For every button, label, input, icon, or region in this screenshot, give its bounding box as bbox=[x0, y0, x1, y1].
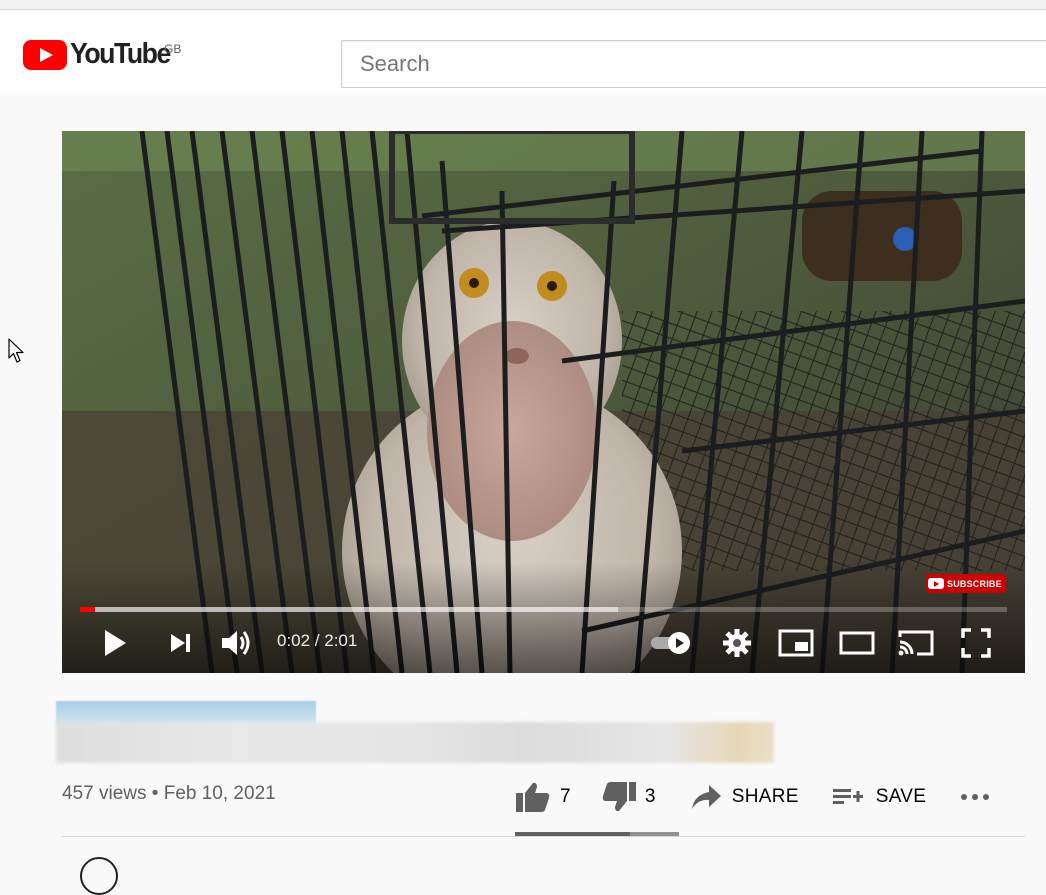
dislike-button[interactable]: 3 bbox=[601, 781, 656, 813]
autoplay-toggle[interactable] bbox=[647, 625, 695, 661]
thumbs-up-icon bbox=[516, 782, 550, 812]
theater-mode-icon bbox=[839, 631, 875, 655]
more-actions-button[interactable] bbox=[960, 792, 990, 802]
share-arrow-icon bbox=[691, 785, 721, 809]
time-display: 0:02 / 2:01 bbox=[277, 631, 358, 650]
section-divider bbox=[62, 836, 1025, 837]
blurred-video-title bbox=[56, 722, 774, 763]
youtube-logo-icon bbox=[23, 39, 67, 70]
fullscreen-icon bbox=[961, 628, 991, 658]
save-playlist-icon bbox=[832, 789, 863, 804]
autoplay-toggle-icon bbox=[651, 632, 690, 654]
theater-mode-button[interactable] bbox=[837, 625, 877, 661]
subscribe-watermark[interactable]: SUBSCRIBE bbox=[926, 574, 1006, 593]
play-icon bbox=[105, 630, 126, 656]
progress-buffered bbox=[80, 607, 618, 612]
channel-avatar[interactable] bbox=[80, 857, 118, 895]
dislike-count: 3 bbox=[644, 786, 656, 807]
fullscreen-button[interactable] bbox=[958, 625, 994, 661]
next-button[interactable] bbox=[163, 625, 197, 661]
progress-bar[interactable] bbox=[80, 607, 1007, 612]
cast-button[interactable] bbox=[896, 625, 936, 661]
controls-gradient bbox=[62, 563, 1025, 673]
video-actions: 7 3 SHARE SAVE bbox=[515, 777, 990, 817]
video-player[interactable]: SUBSCRIBE 0:02 / 2:01 bbox=[62, 131, 1025, 673]
video-meta: 457 views • Feb 10, 2021 bbox=[62, 783, 276, 805]
miniplayer-icon bbox=[778, 629, 814, 657]
cast-icon bbox=[898, 630, 934, 656]
search-box[interactable] bbox=[341, 40, 1046, 88]
upload-date: Feb 10, 2021 bbox=[163, 783, 276, 804]
play-button[interactable] bbox=[98, 625, 132, 661]
browser-top-strip bbox=[0, 0, 1046, 10]
mouse-cursor-icon bbox=[8, 338, 24, 363]
meta-separator: • bbox=[151, 783, 164, 804]
thumbs-down-icon bbox=[602, 782, 636, 812]
subscribe-watermark-label: SUBSCRIBE bbox=[947, 578, 1002, 589]
view-count: 457 views bbox=[62, 783, 147, 804]
share-button[interactable]: SHARE bbox=[690, 783, 799, 811]
region-code: GB bbox=[164, 42, 182, 56]
share-label: SHARE bbox=[731, 786, 799, 807]
logo-text: YouTube bbox=[70, 38, 171, 70]
like-button[interactable]: 7 bbox=[515, 781, 571, 813]
save-label: SAVE bbox=[875, 786, 927, 807]
volume-icon bbox=[222, 631, 250, 655]
progress-played bbox=[80, 607, 96, 612]
masthead: YouTube GB bbox=[0, 11, 1046, 95]
miniplayer-button[interactable] bbox=[776, 625, 816, 661]
search-input[interactable] bbox=[342, 41, 1046, 87]
next-icon bbox=[171, 634, 190, 652]
settings-button[interactable] bbox=[718, 625, 756, 661]
youtube-logo[interactable]: YouTube bbox=[23, 38, 179, 71]
save-button[interactable]: SAVE bbox=[832, 785, 926, 809]
volume-button[interactable] bbox=[218, 625, 256, 661]
youtube-mini-icon bbox=[928, 578, 944, 589]
more-icon bbox=[961, 794, 990, 800]
settings-gear-icon bbox=[723, 629, 751, 657]
like-count: 7 bbox=[560, 786, 571, 807]
